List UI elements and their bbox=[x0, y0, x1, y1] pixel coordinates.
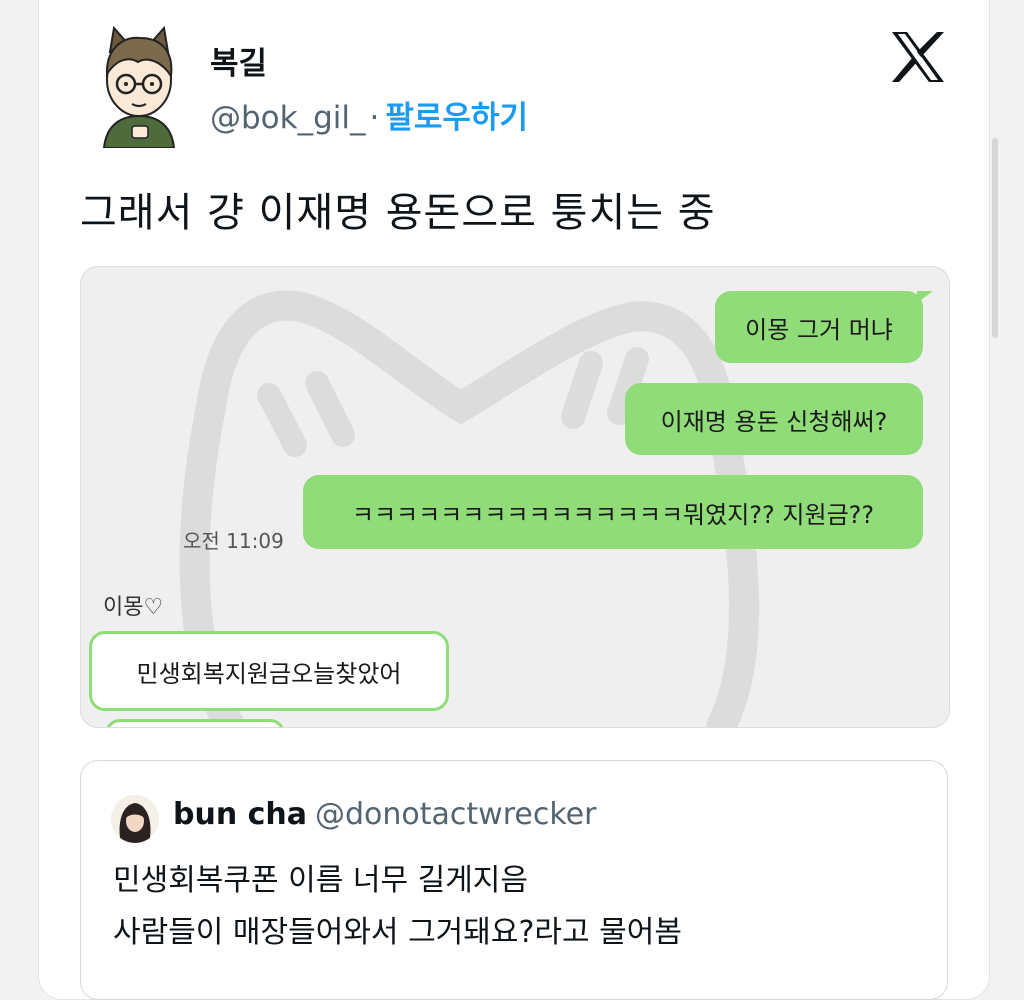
chat-bubble-tail bbox=[917, 291, 933, 303]
chat-screenshot[interactable]: 이몽 그거 머냐 이재명 용돈 신청해써? ㅋㅋㅋㅋㅋㅋㅋㅋㅋㅋㅋㅋㅋㅋㅋ뭐였지… bbox=[80, 266, 950, 728]
author-handle[interactable]: @bok_gil_ bbox=[210, 100, 366, 136]
chat-bubble-received: 민생회복지원금오늘찾았어 bbox=[89, 631, 449, 711]
follow-button[interactable]: 팔로우하기 bbox=[385, 100, 528, 136]
chat-bubble-sent: 이재명 용돈 신청해써? bbox=[625, 383, 923, 455]
quoted-text-line: 사람들이 매장들어와서 그거돼요?라고 물어봄 bbox=[113, 915, 682, 950]
author-handle-row: @bok_gil_ · 팔로우하기 bbox=[210, 92, 528, 137]
chat-bubble-sent: ㅋㅋㅋㅋㅋㅋㅋㅋㅋㅋㅋㅋㅋㅋㅋ뭐였지?? 지원금?? bbox=[303, 475, 923, 549]
quoted-text-line: 민생회복쿠폰 이름 너무 길게지음 bbox=[113, 863, 529, 898]
x-logo-icon[interactable] bbox=[890, 30, 946, 84]
chat-sender-name: 이몽♡ bbox=[103, 595, 164, 620]
scrollbar[interactable] bbox=[992, 138, 998, 338]
quoted-tweet[interactable]: bun cha @donotactwrecker 민생회복쿠폰 이름 너무 길게… bbox=[80, 760, 948, 1000]
tweet-text: 그래서 걍 이재명 용돈으로 퉁치는 중 bbox=[80, 190, 716, 236]
quoted-handle[interactable]: @donotactwrecker bbox=[315, 797, 596, 832]
chat-bubble-sent: 이몽 그거 머냐 bbox=[715, 291, 923, 363]
quoted-author-avatar[interactable] bbox=[111, 795, 159, 843]
author-avatar[interactable] bbox=[98, 22, 180, 148]
chat-bubble-received-partial bbox=[105, 719, 285, 727]
separator-dot: · bbox=[369, 100, 380, 136]
author-display-name[interactable]: 복길 bbox=[210, 38, 267, 83]
quoted-display-name[interactable]: bun cha bbox=[173, 797, 307, 832]
chat-timestamp: 오전 11:09 bbox=[183, 529, 284, 553]
